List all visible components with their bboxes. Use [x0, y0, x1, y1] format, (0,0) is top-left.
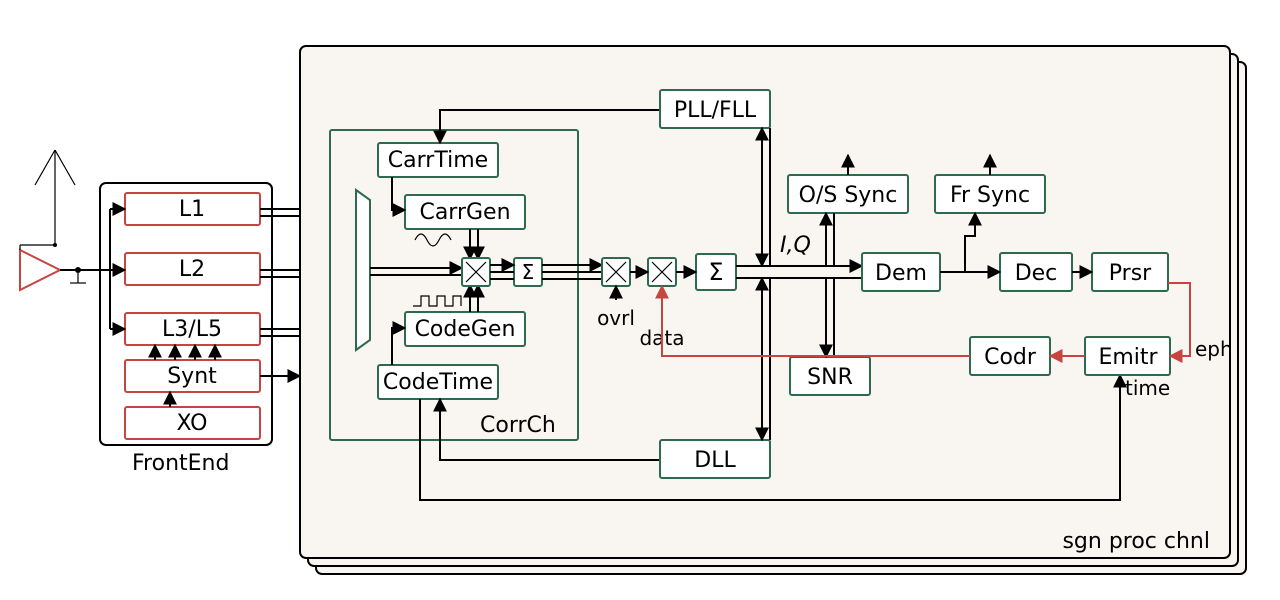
diagram-root: FrontEnd L1 L2 L3/L5 Synt XO sgn proc ch… — [0, 0, 1280, 600]
corrch-label: CorrCh — [480, 413, 556, 438]
frontend-label: FrontEnd — [132, 451, 229, 476]
corr-sum-icon: Σ — [514, 258, 542, 286]
block-prsr-label: Prsr — [1109, 261, 1152, 286]
label-time: time — [1125, 376, 1170, 400]
ovrl-mixer-icon — [602, 258, 630, 286]
label-iq: I,Q — [780, 233, 811, 258]
block-carrtime-label: CarrTime — [388, 148, 488, 173]
svg-text:Σ: Σ — [522, 260, 535, 284]
block-l2-label: L2 — [179, 257, 205, 282]
block-dem-label: Dem — [875, 261, 927, 286]
input-mux — [356, 190, 370, 350]
corr-mixer-icon — [462, 258, 490, 286]
block-l3l5-label: L3/L5 — [162, 317, 222, 342]
antenna-icon — [35, 150, 75, 230]
block-xo-label: XO — [177, 411, 208, 436]
data-mixer-icon — [648, 258, 676, 286]
block-l1-label: L1 — [179, 197, 205, 222]
block-codetime-label: CodeTime — [383, 370, 493, 395]
block-dec-label: Dec — [1015, 261, 1058, 286]
label-ovrl: ovrl — [597, 306, 635, 330]
svg-text:Σ: Σ — [708, 258, 723, 286]
block-pllfll-label: PLL/FLL — [674, 98, 757, 123]
chain-sum-icon: Σ — [696, 254, 736, 290]
label-eph: eph — [1195, 337, 1233, 361]
block-frsync-label: Fr Sync — [950, 183, 1030, 208]
block-synt-label: Synt — [167, 364, 217, 389]
block-dll-label: DLL — [694, 448, 736, 473]
channel-panel-label: sgn proc chnl — [1062, 529, 1210, 554]
block-snr-label: SNR — [807, 365, 853, 390]
block-ossync-label: O/S Sync — [799, 183, 898, 208]
block-carrgen-label: CarrGen — [419, 200, 510, 225]
block-emitr-label: Emitr — [1098, 345, 1158, 370]
lna-icon — [20, 250, 60, 290]
block-codr-label: Codr — [984, 345, 1037, 370]
block-codegen-label: CodeGen — [415, 317, 516, 342]
